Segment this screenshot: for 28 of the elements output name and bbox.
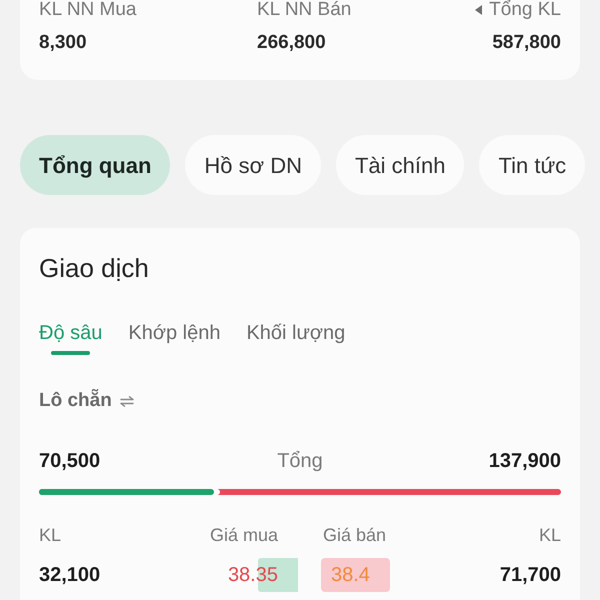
column-header: Giá bán bbox=[323, 524, 386, 546]
tab[interactable]: Tin tức bbox=[479, 135, 586, 195]
tab[interactable]: Tài chính bbox=[336, 135, 464, 195]
tab-underline bbox=[51, 351, 90, 355]
column-header: KL bbox=[39, 524, 62, 546]
tab[interactable]: Khối lượng bbox=[246, 319, 346, 355]
column-label: KL NN Bán bbox=[257, 0, 352, 20]
tab[interactable]: Tổng quan bbox=[20, 135, 170, 195]
swap-icon bbox=[120, 396, 134, 406]
tab[interactable]: Khớp lệnh bbox=[128, 319, 220, 355]
column-label: KL NN Mua bbox=[39, 0, 136, 20]
column-value: 266,800 bbox=[257, 31, 326, 55]
card-title: Giao dịch bbox=[39, 252, 149, 284]
lot-type-toggle[interactable]: Lô chẵn bbox=[39, 388, 134, 414]
column-header: KL bbox=[538, 524, 561, 546]
bid-volume: 32,100 bbox=[39, 563, 100, 588]
column-value: 587,800 bbox=[492, 31, 561, 55]
sell-total: 137,900 bbox=[488, 449, 561, 474]
buy-total: 70,500 bbox=[39, 449, 100, 474]
ask-price: 38.4 bbox=[331, 563, 370, 588]
column-value: 8,300 bbox=[39, 31, 87, 55]
tab[interactable]: Hồ sơ DN bbox=[185, 135, 321, 195]
column-header: Giá mua bbox=[210, 524, 278, 546]
caret-left-icon bbox=[475, 5, 482, 15]
column-label: Tổng KL bbox=[489, 0, 561, 20]
bid-price: 38.35 bbox=[228, 563, 278, 588]
total-label: Tổng bbox=[277, 449, 323, 474]
ask-volume: 71,700 bbox=[500, 563, 561, 588]
